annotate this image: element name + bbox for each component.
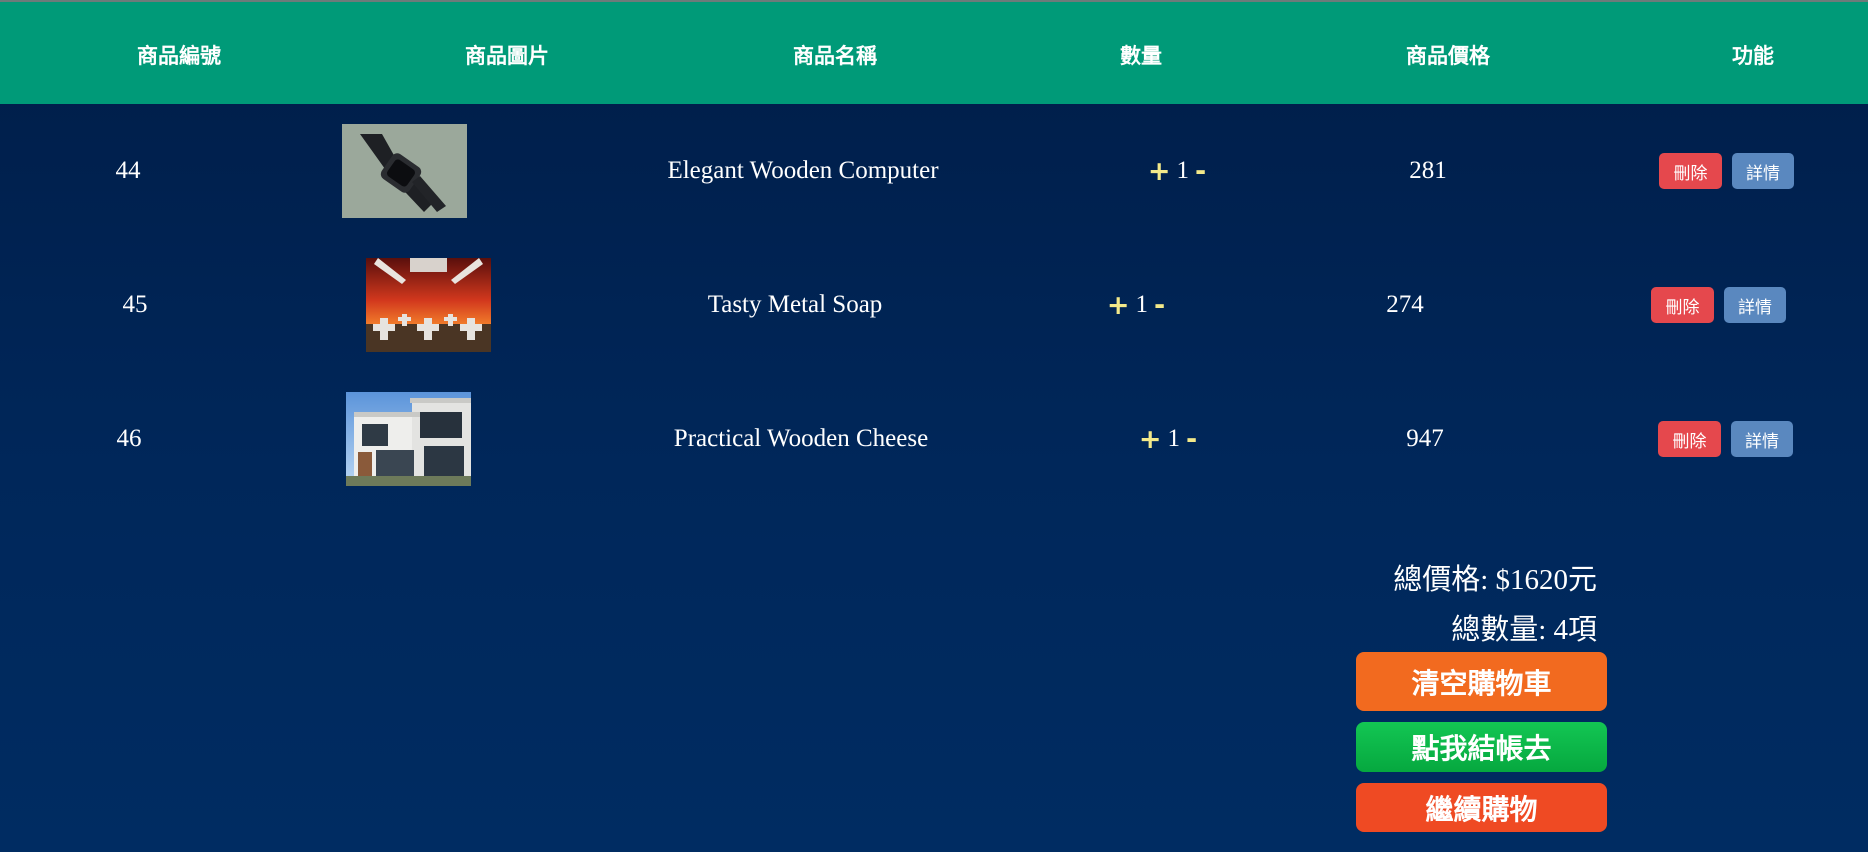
decrease-button[interactable]: - <box>1154 292 1165 319</box>
increase-button[interactable]: + <box>1139 426 1162 453</box>
delete-button[interactable]: 刪除 <box>1658 421 1721 457</box>
product-id: 44 <box>115 157 141 184</box>
delete-button[interactable]: 刪除 <box>1659 153 1722 189</box>
quantity-value: 1 <box>1167 425 1180 452</box>
total-price: 總價格: $1620元 <box>1393 564 1597 596</box>
checkout-button[interactable]: 點我結帳去 <box>1356 722 1607 772</box>
continue-shopping-button[interactable]: 繼續購物 <box>1356 783 1607 832</box>
delete-button[interactable]: 刪除 <box>1651 287 1714 323</box>
decrease-button[interactable]: - <box>1186 426 1197 453</box>
quantity-stepper: + 1 - <box>1139 425 1197 453</box>
table-header: 商品編號 商品圖片 商品名稱 數量 商品價格 功能 <box>0 0 1868 104</box>
table-row: 46 Practical Wooden Cheese + 1 - 947 刪除 … <box>0 372 1868 506</box>
table-row: 45 Tasty Metal Soap + 1 - 274 刪除 詳情 <box>0 238 1868 372</box>
quantity-value: 1 <box>1176 157 1189 184</box>
increase-button[interactable]: + <box>1107 292 1130 319</box>
column-header-image: 商品圖片 <box>465 44 549 68</box>
product-price: 281 <box>1409 157 1447 184</box>
crosses-red-sky-photo-icon <box>366 258 491 352</box>
table-row: 44 Elegant Wooden Computer + 1 - 281 刪除 … <box>0 104 1868 238</box>
product-price: 274 <box>1386 291 1424 318</box>
detail-button[interactable]: 詳情 <box>1724 287 1786 323</box>
column-header-name: 商品名稱 <box>793 44 877 68</box>
quantity-stepper: + 1 - <box>1107 291 1165 319</box>
clear-cart-button[interactable]: 清空購物車 <box>1356 652 1607 711</box>
product-name: Elegant Wooden Computer <box>667 157 939 184</box>
column-header-quantity: 數量 <box>1120 44 1162 68</box>
product-name: Tasty Metal Soap <box>707 291 883 318</box>
product-id: 46 <box>116 425 142 452</box>
row-actions: 刪除 詳情 <box>1658 421 1793 457</box>
watch-photo-icon <box>342 124 467 218</box>
modern-house-photo-icon <box>346 392 471 486</box>
total-quantity: 總數量: 4項 <box>1451 614 1597 646</box>
increase-button[interactable]: + <box>1148 158 1171 185</box>
row-actions: 刪除 詳情 <box>1651 287 1786 323</box>
detail-button[interactable]: 詳情 <box>1731 421 1793 457</box>
quantity-value: 1 <box>1135 291 1148 318</box>
column-header-id: 商品編號 <box>137 44 221 68</box>
quantity-stepper: + 1 - <box>1148 157 1206 185</box>
column-header-actions: 功能 <box>1732 44 1774 68</box>
product-price: 947 <box>1406 425 1444 452</box>
product-name: Practical Wooden Cheese <box>673 425 929 452</box>
product-id: 45 <box>122 291 148 318</box>
decrease-button[interactable]: - <box>1195 158 1206 185</box>
detail-button[interactable]: 詳情 <box>1732 153 1794 189</box>
column-header-price: 商品價格 <box>1406 44 1490 68</box>
row-actions: 刪除 詳情 <box>1659 153 1794 189</box>
